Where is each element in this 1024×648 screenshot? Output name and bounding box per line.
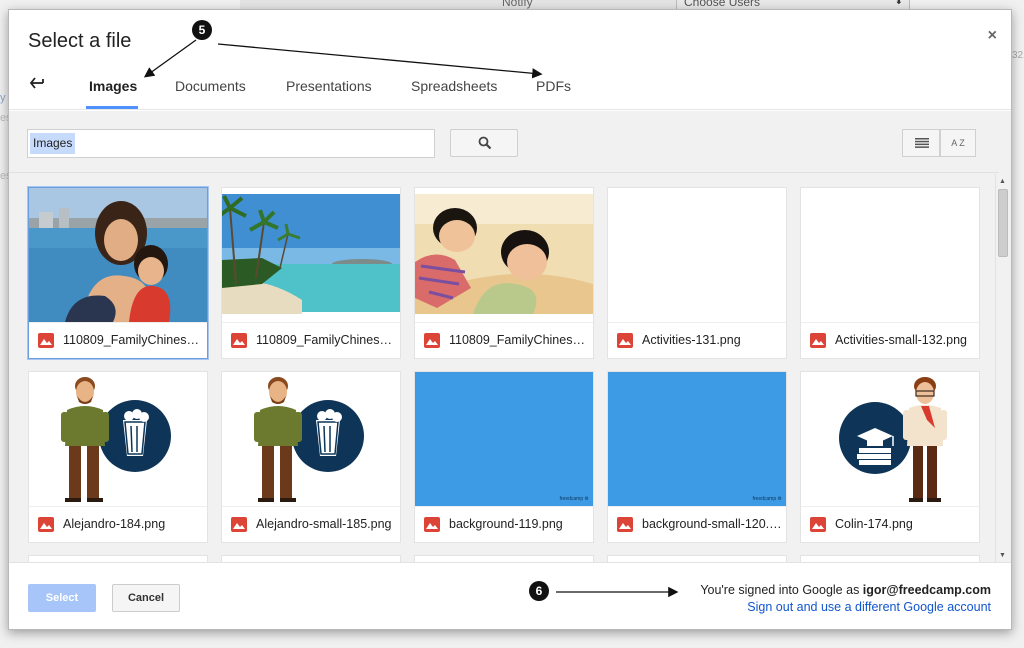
- annotation-badge: 5: [192, 20, 212, 40]
- illustration-thumbnail: [801, 372, 979, 506]
- photo-thumbnail: [415, 188, 593, 322]
- tile-caption: 110809_FamilyChinese...: [29, 322, 207, 358]
- image-file-icon: [617, 333, 633, 348]
- tile-caption: Alejandro-184.png: [29, 506, 207, 542]
- scroll-thumb[interactable]: [998, 189, 1008, 257]
- tile-caption: Alejandro-small-185.png: [222, 506, 400, 542]
- file-name: Colin-174.png: [835, 517, 913, 531]
- tab-images[interactable]: Images: [89, 78, 137, 94]
- cancel-button[interactable]: Cancel: [112, 584, 180, 612]
- tile-caption: 110809_FamilyChinese...: [415, 322, 593, 358]
- file-name: 110809_FamilyChinese...: [63, 333, 203, 347]
- file-tile[interactable]: 110809_FamilyChinese...: [221, 187, 401, 359]
- blank-thumbnail: [608, 188, 786, 322]
- sign-out-link[interactable]: Sign out and use a different Google acco…: [747, 600, 991, 614]
- watermark: freedcamp ⚙: [752, 496, 783, 502]
- search-button[interactable]: [450, 129, 518, 157]
- tab-presentations[interactable]: Presentations: [286, 78, 372, 94]
- watermark: freedcamp ⚙: [559, 496, 590, 502]
- image-file-icon: [424, 333, 440, 348]
- search-icon: [478, 136, 492, 150]
- background-left-text: y: [0, 92, 6, 104]
- tab-documents[interactable]: Documents: [175, 78, 246, 94]
- image-file-icon: [38, 517, 54, 532]
- file-tile[interactable]: Colin-174.png: [800, 371, 980, 543]
- image-file-icon: [810, 333, 826, 348]
- back-arrow-icon[interactable]: [29, 76, 47, 90]
- blue-thumbnail: freedcamp ⚙: [415, 372, 593, 506]
- signed-in-email: igor@freedcamp.com: [862, 583, 991, 597]
- select-caret-icon: ⬍: [894, 0, 903, 7]
- file-name: 110809_FamilyChinese...: [449, 333, 589, 347]
- active-tab-indicator: [86, 106, 138, 109]
- file-tile[interactable]: [221, 555, 401, 562]
- tile-caption: background-119.png: [415, 506, 593, 542]
- file-tile[interactable]: [607, 555, 787, 562]
- photo-thumbnail: [222, 188, 400, 322]
- tab-spreadsheets[interactable]: Spreadsheets: [411, 78, 497, 94]
- list-icon: [915, 138, 929, 148]
- image-file-icon: [231, 517, 247, 532]
- blue-thumbnail: freedcamp ⚙: [608, 372, 786, 506]
- annotation-badge: 6: [529, 581, 549, 601]
- dialog-body: Images A Z 110809_FamilyChinese... 11080…: [9, 111, 1011, 562]
- file-name: Alejandro-small-185.png: [256, 517, 392, 531]
- file-name: Alejandro-184.png: [63, 517, 166, 531]
- blank-thumbnail: [801, 188, 979, 322]
- file-tile[interactable]: Activities-131.png: [607, 187, 787, 359]
- background-choose-users-label: Choose Users: [684, 0, 761, 9]
- sort-az-button[interactable]: A Z: [940, 129, 976, 157]
- file-tile[interactable]: [800, 555, 980, 562]
- signed-in-status: You're signed into Google as igor@freedc…: [700, 583, 991, 597]
- image-file-icon: [424, 517, 440, 532]
- dialog-header: Select a file × Images Documents Present…: [9, 10, 1011, 110]
- divider: [9, 172, 999, 173]
- file-name: background-small-120.png: [642, 517, 782, 531]
- file-tile[interactable]: freedcamp ⚙ background-119.png: [414, 371, 594, 543]
- image-file-icon: [617, 517, 633, 532]
- file-name: 110809_FamilyChinese...: [256, 333, 396, 347]
- search-input[interactable]: [27, 129, 435, 158]
- select-button[interactable]: Select: [28, 584, 96, 612]
- tile-caption: Activities-small-132.png: [801, 322, 979, 358]
- file-tile[interactable]: [28, 555, 208, 562]
- file-tile[interactable]: Alejandro-small-185.png: [221, 371, 401, 543]
- file-name: background-119.png: [449, 517, 563, 531]
- tile-caption: Colin-174.png: [801, 506, 979, 542]
- scroll-down-arrow-icon[interactable]: ▼: [999, 552, 1006, 559]
- file-tile[interactable]: 110809_FamilyChinese...: [28, 187, 208, 359]
- list-view-button[interactable]: [902, 129, 940, 157]
- illustration-thumbnail: [29, 372, 207, 506]
- file-tile[interactable]: 110809_FamilyChinese...: [414, 187, 594, 359]
- file-picker-dialog: Select a file × Images Documents Present…: [8, 9, 1012, 630]
- illustration-thumbnail: [222, 372, 400, 506]
- file-tile[interactable]: Activities-small-132.png: [800, 187, 980, 359]
- dialog-title: Select a file: [28, 30, 132, 52]
- photo-thumbnail: [29, 188, 207, 322]
- tile-caption: Activities-131.png: [608, 322, 786, 358]
- file-tile[interactable]: Alejandro-184.png: [28, 371, 208, 543]
- background-right-number: 321: [1012, 50, 1024, 61]
- image-file-icon: [231, 333, 247, 348]
- scroll-up-arrow-icon[interactable]: ▲: [999, 178, 1006, 185]
- close-icon[interactable]: ×: [988, 27, 997, 45]
- file-tile[interactable]: freedcamp ⚙ background-small-120.png: [607, 371, 787, 543]
- signed-in-prefix: You're signed into Google as: [700, 583, 863, 597]
- dialog-footer: Select Cancel You're signed into Google …: [9, 562, 1011, 629]
- background-notify-label: Notify: [502, 0, 533, 9]
- tile-caption: 110809_FamilyChinese...: [222, 322, 400, 358]
- tile-caption: background-small-120.png: [608, 506, 786, 542]
- image-file-icon: [38, 333, 54, 348]
- file-name: Activities-131.png: [642, 333, 741, 347]
- file-tile[interactable]: [414, 555, 594, 562]
- scrollbar[interactable]: ▲ ▼: [995, 174, 1009, 562]
- image-file-icon: [810, 517, 826, 532]
- search-query-chip: Images: [30, 133, 76, 154]
- file-name: Activities-small-132.png: [835, 333, 967, 347]
- tab-pdfs[interactable]: PDFs: [536, 78, 571, 94]
